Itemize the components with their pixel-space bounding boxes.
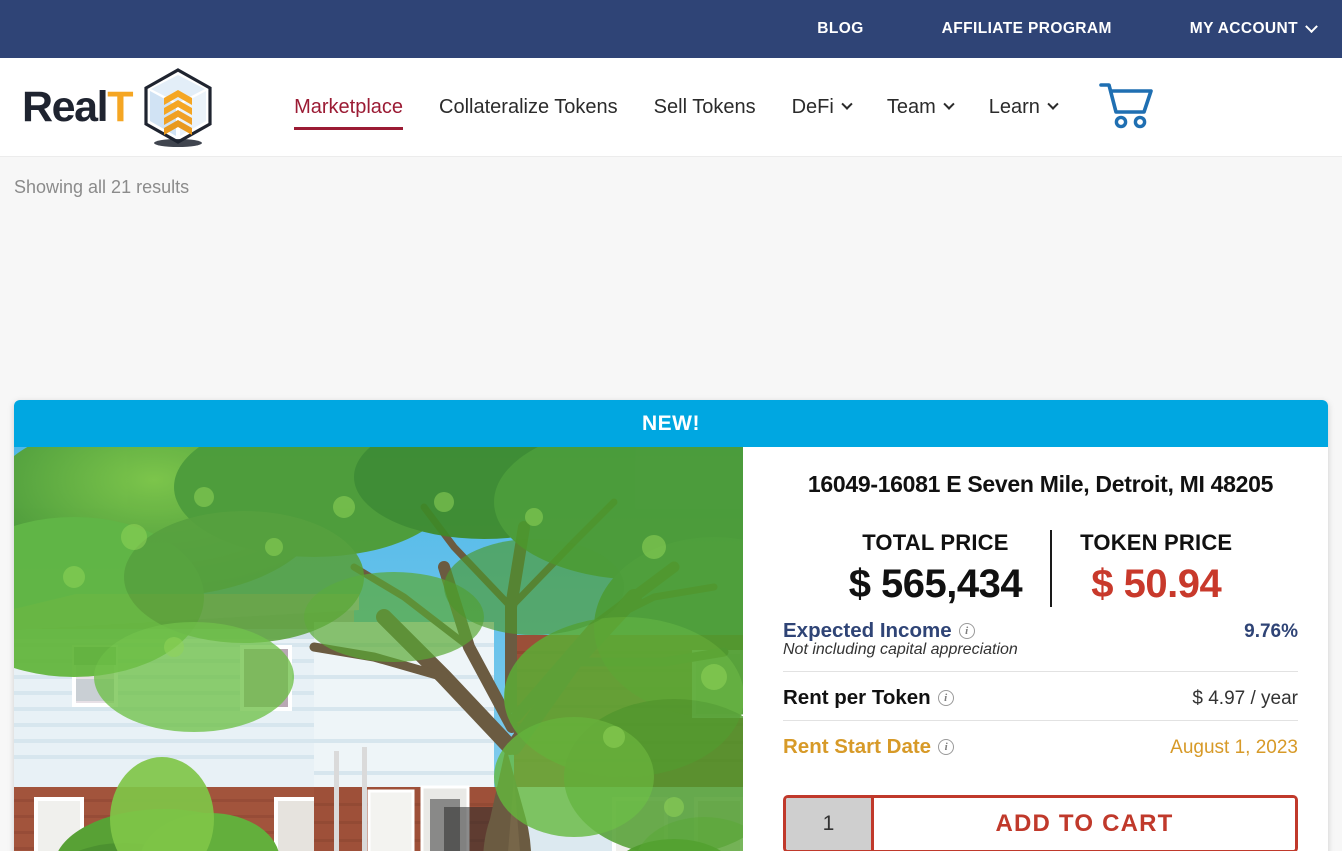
expected-income-value: 9.76% xyxy=(1244,621,1298,642)
shopping-cart-icon xyxy=(1097,79,1155,136)
new-badge-label: NEW! xyxy=(642,411,700,435)
expected-income-block: Expected Income i 9.76% Not including ca… xyxy=(783,607,1298,672)
chevron-down-icon xyxy=(841,98,853,110)
nav-item-marketplace-label: Marketplace xyxy=(294,95,404,118)
chevron-down-icon xyxy=(1047,98,1059,110)
topbar-link-my-account[interactable]: MY ACCOUNT xyxy=(1189,19,1318,38)
realt-logo[interactable]: RealT xyxy=(22,62,220,153)
quantity-input[interactable] xyxy=(786,798,874,850)
property-card-body: 16049-16081 E Seven Mile, Detroit, MI 48… xyxy=(14,447,1328,851)
topbar-link-blog[interactable]: BLOG xyxy=(817,20,863,38)
rent-per-token-value: $ 4.97 / year xyxy=(1192,688,1298,709)
chevron-down-icon xyxy=(943,98,955,110)
token-price-block: TOKEN PRICE $ 50.94 xyxy=(1050,530,1260,607)
rent-per-token-label-group: Rent per Token i xyxy=(783,686,954,710)
chevron-down-icon xyxy=(1305,19,1318,33)
rent-start-date-row: Rent Start Date i August 1, 2023 xyxy=(783,721,1298,769)
nav-item-defi[interactable]: DeFi xyxy=(774,96,869,119)
property-details: 16049-16081 E Seven Mile, Detroit, MI 48… xyxy=(743,447,1328,851)
nav-item-marketplace[interactable]: Marketplace xyxy=(276,95,421,130)
topbar-link-affiliate-program-label: AFFILIATE PROGRAM xyxy=(941,20,1112,37)
total-price-value: $ 565,434 xyxy=(848,562,1023,606)
rent-per-token-label: Rent per Token xyxy=(783,686,931,709)
total-price-label: TOTAL PRICE xyxy=(862,530,1009,555)
cart-button[interactable] xyxy=(1097,79,1155,136)
new-badge: NEW! xyxy=(14,400,1328,447)
topbar-link-affiliate-program[interactable]: AFFILIATE PROGRAM xyxy=(942,20,1112,38)
info-icon[interactable]: i xyxy=(937,690,954,706)
results-count: Showing all 21 results xyxy=(14,177,190,197)
logo-text-accent: T xyxy=(107,82,133,131)
nav-item-learn-label: Learn xyxy=(988,95,1040,118)
token-price-label: TOKEN PRICE xyxy=(1080,530,1233,555)
nav-item-defi-label: DeFi xyxy=(791,95,834,118)
expected-income-label-group: Expected Income i xyxy=(783,619,975,643)
nav-item-learn[interactable]: Learn xyxy=(971,96,1075,119)
rent-per-token-row: Rent per Token i $ 4.97 / year xyxy=(783,672,1298,721)
logo-wordmark: RealT xyxy=(22,82,134,131)
realt-cube-logo-icon xyxy=(136,64,220,153)
nav-item-team-label: Team xyxy=(886,95,936,118)
property-address: 16049-16081 E Seven Mile, Detroit, MI 48… xyxy=(807,471,1274,497)
expected-income-note: Not including capital appreciation xyxy=(783,641,1018,658)
info-icon[interactable]: i xyxy=(938,739,955,755)
total-price-block: TOTAL PRICE $ 565,434 xyxy=(821,530,1050,607)
nav-item-sell-tokens-label: Sell Tokens xyxy=(653,95,756,118)
logo-text-primary: Real xyxy=(22,82,109,131)
rent-start-date-label: Rent Start Date xyxy=(783,735,932,758)
nav-item-sell-tokens[interactable]: Sell Tokens xyxy=(636,96,774,119)
nav-item-collateralize-tokens[interactable]: Collateralize Tokens xyxy=(421,96,636,119)
active-nav-underline xyxy=(294,126,404,130)
add-to-cart-group: ADD TO CART xyxy=(783,795,1298,851)
property-photo[interactable] xyxy=(14,447,743,851)
nav-item-team[interactable]: Team xyxy=(869,96,971,119)
main-navigation: Marketplace Collateralize Tokens Sell To… xyxy=(276,95,1075,130)
token-price-value: $ 50.94 xyxy=(1091,562,1222,606)
nav-item-collateralize-tokens-label: Collateralize Tokens xyxy=(439,95,618,118)
rent-start-date-value: August 1, 2023 xyxy=(1170,737,1298,758)
topbar-link-blog-label: BLOG xyxy=(817,20,864,37)
marketplace-page: Showing all 21 results NEW! 16049-16081 … xyxy=(0,157,1342,851)
rent-start-date-label-group: Rent Start Date i xyxy=(783,735,955,759)
price-summary: TOTAL PRICE $ 565,434 TOKEN PRICE $ 50.9… xyxy=(783,530,1298,607)
add-to-cart-button[interactable]: ADD TO CART xyxy=(874,798,1295,850)
expected-income-label: Expected Income xyxy=(783,619,952,642)
property-card[interactable]: NEW! 16049-16081 E Seven Mile, Detroit, … xyxy=(14,400,1328,851)
info-icon[interactable]: i xyxy=(958,623,975,639)
topbar-link-my-account-label: MY ACCOUNT xyxy=(1189,20,1298,37)
top-utility-bar: BLOG AFFILIATE PROGRAM MY ACCOUNT xyxy=(0,0,1342,58)
site-header: RealT Marketplace Collateralize Tokens S… xyxy=(0,58,1342,157)
